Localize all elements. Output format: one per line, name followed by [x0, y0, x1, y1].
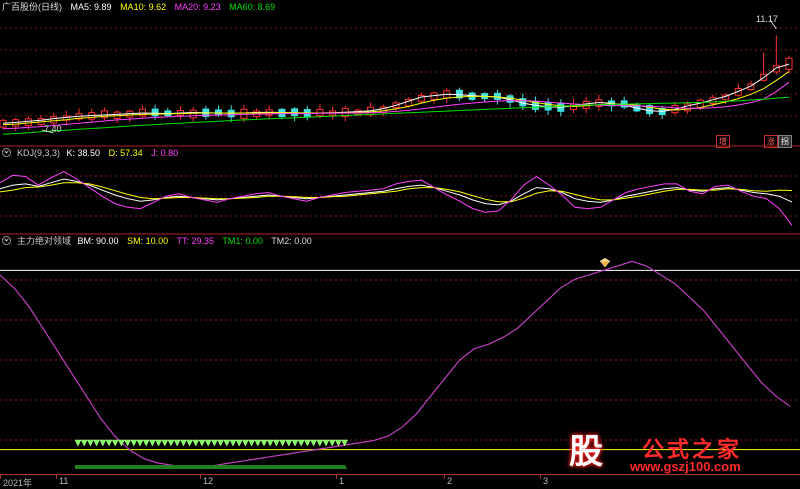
x-axis-tick — [540, 475, 541, 479]
kdj-k-value: K: 38.50 — [66, 148, 101, 158]
buy-signal-marker — [117, 439, 125, 447]
buy-signal-marker — [148, 439, 156, 447]
buy-signal-marker — [235, 439, 243, 447]
custom-sm-value: SM: 10.00 — [127, 236, 169, 246]
buy-signal-marker — [248, 439, 256, 447]
candle-body — [240, 108, 248, 119]
logo-glyph: 股 — [569, 433, 603, 471]
candle-body — [24, 118, 32, 126]
kdj-title: KDJ(9,3,3) — [17, 148, 61, 158]
buy-signal-marker — [297, 439, 305, 447]
buy-signal-marker — [204, 439, 212, 447]
buy-signal-marker — [217, 439, 225, 447]
x-axis-tick — [0, 475, 1, 479]
buy-signal-marker — [285, 439, 293, 447]
x-axis-tick — [444, 475, 445, 479]
custom-tm2-value: TM2: 0.00 — [271, 236, 312, 246]
buy-signal-marker — [179, 439, 187, 447]
buy-signal-marker — [310, 439, 318, 447]
buy-signal-marker — [322, 439, 330, 447]
low-price-label: 7.40 — [44, 124, 62, 134]
x-axis-label: 3 — [543, 476, 549, 486]
buy-signal-marker — [124, 439, 132, 447]
logo-url: www.gszj100.com — [630, 459, 741, 474]
candle-body — [417, 94, 425, 102]
high-price-label: 11.17 — [756, 14, 778, 24]
x-axis-label: 12 — [203, 476, 214, 486]
buy-signal-marker — [241, 439, 249, 447]
x-axis-label: 2021年 — [3, 478, 33, 488]
buy-signal-marker — [210, 439, 218, 447]
buy-signal-marker — [279, 439, 287, 447]
watermark-logo: 股 公式之家 www.gszj100.com — [558, 431, 798, 479]
candle-body — [0, 119, 7, 128]
ma5-value: MA5: 9.89 — [70, 2, 112, 12]
custom-tm1-value: TM1: 0.00 — [222, 236, 263, 246]
candle-body — [189, 109, 197, 119]
custom-settings-icon[interactable] — [2, 236, 11, 245]
sell-signal-marker-top — [600, 258, 610, 261]
custom-tt-value: TT: 29.35 — [176, 236, 214, 246]
buy-signal-marker — [173, 439, 181, 447]
signal-badge-guai: 拐 — [778, 135, 792, 148]
buy-signal-marker — [266, 439, 274, 447]
buy-signal-marker — [334, 439, 342, 447]
buy-signal-marker — [93, 439, 101, 447]
kdj-d-value: D: 57.34 — [108, 148, 143, 158]
ma60-value: MA60: 8.69 — [229, 2, 276, 12]
ma20-value: MA20: 9.23 — [174, 2, 221, 12]
buy-signal-marker — [316, 439, 324, 447]
custom-title: 主力绝对领域 — [17, 236, 72, 246]
signal-badge-zeng: 增 — [716, 135, 730, 148]
tm1-band — [75, 465, 347, 469]
buy-signal-marker — [192, 439, 200, 447]
buy-signal-marker — [229, 439, 237, 447]
x-axis-label: 2 — [447, 476, 453, 486]
x-axis-label: 11 — [59, 476, 69, 486]
buy-signal-marker — [86, 439, 94, 447]
candle-body — [50, 116, 58, 124]
ma10-value: MA10: 9.62 — [120, 2, 167, 12]
candle-body — [785, 57, 793, 70]
buy-signal-marker — [105, 439, 113, 447]
x-axis-tick — [200, 475, 201, 479]
x-axis-tick — [56, 475, 57, 479]
signal-badge-zhang: 涨 — [764, 135, 778, 148]
custom-panel-header: 主力绝对领域 BM: 90.00 SM: 10.00 TT: 29.35 TM1… — [2, 235, 318, 247]
custom-bm-value: BM: 90.00 — [77, 236, 119, 246]
kdj-j-line — [0, 171, 793, 226]
x-axis-label: 1 — [339, 476, 345, 486]
buy-signal-marker — [186, 439, 194, 447]
buy-signal-marker — [198, 439, 206, 447]
buy-signal-marker — [111, 439, 119, 447]
buy-signal-marker — [303, 439, 311, 447]
candle-body — [493, 92, 501, 100]
buy-signal-marker — [260, 439, 268, 447]
buy-signal-marker — [142, 439, 150, 447]
x-axis-tick — [336, 475, 337, 479]
buy-signal-marker — [328, 439, 336, 447]
buy-signal-marker — [161, 439, 169, 447]
kdj-d-line — [0, 182, 793, 203]
sell-signal-marker — [599, 260, 611, 268]
buy-signal-marker — [99, 439, 107, 447]
kdj-panel-header: KDJ(9,3,3) K: 38.50 D: 57.34 J: 0.80 — [2, 147, 184, 159]
buy-signal-marker — [130, 439, 138, 447]
buy-signal-marker — [223, 439, 231, 447]
buy-signal-marker — [155, 439, 163, 447]
buy-signal-marker — [291, 439, 299, 447]
kdj-settings-icon[interactable] — [2, 148, 11, 157]
kdj-j-value: J: 0.80 — [151, 148, 179, 158]
buy-signal-marker — [254, 439, 262, 447]
buy-signal-marker — [136, 439, 144, 447]
buy-signal-marker — [167, 439, 175, 447]
main-panel-header: 广百股份(日线) MA5: 9.89 MA10: 9.62 MA20: 9.23… — [2, 1, 281, 13]
candle-body — [151, 108, 159, 117]
buy-signal-marker — [80, 439, 88, 447]
ma10-line — [2, 71, 790, 126]
candle-body — [772, 65, 780, 73]
buy-signal-marker — [272, 439, 280, 447]
buy-signal-marker — [74, 439, 82, 447]
stock-name: 广百股份(日线) — [2, 2, 62, 12]
